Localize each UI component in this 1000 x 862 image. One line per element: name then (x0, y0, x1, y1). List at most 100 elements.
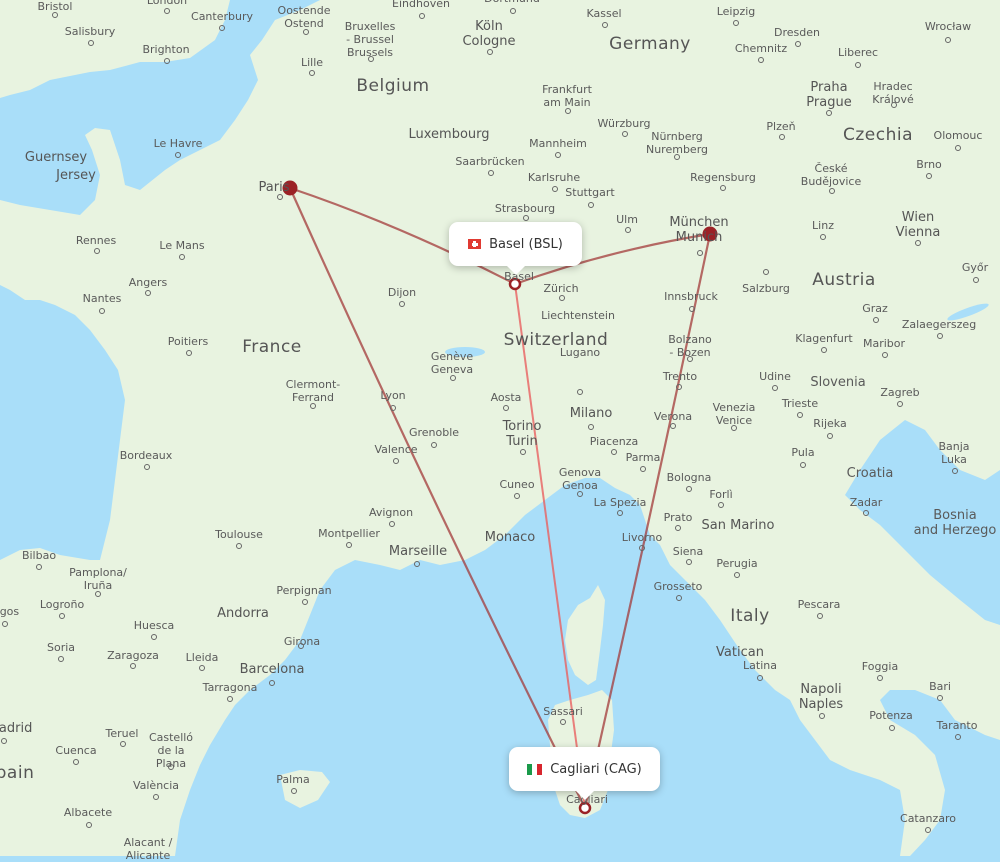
country-label: Croatia (846, 466, 894, 481)
city-label: Brno (916, 158, 942, 171)
city-dot-icon (431, 442, 437, 448)
city-dot-icon (731, 425, 737, 431)
city-dot-icon (164, 58, 170, 64)
city-dot-icon (955, 145, 961, 151)
country-label: Czechia (842, 125, 914, 145)
country-label: San Marino (701, 518, 775, 533)
city-dot-icon (915, 240, 921, 246)
city-dot-icon (577, 491, 583, 497)
city-dot-icon (520, 449, 526, 455)
city-label: Forlì (709, 488, 733, 501)
country-label: Belgium (356, 76, 430, 96)
city-dot-icon (772, 385, 778, 391)
city-dot-icon (559, 295, 565, 301)
city-label: Poitiers (167, 335, 209, 348)
city-dot-icon (419, 13, 425, 19)
city-dot-icon (863, 510, 869, 516)
country-label: Italy (730, 606, 770, 626)
country-label: Luxembourg (408, 127, 490, 142)
city-dot-icon (414, 561, 420, 567)
city-label: Marseille (388, 544, 448, 559)
city-dot-icon (821, 347, 827, 353)
city-dot-icon (937, 695, 943, 701)
city-dot-icon (676, 595, 682, 601)
city-label: Kassel (586, 7, 622, 20)
country-label: Austria (812, 270, 876, 290)
city-label: Parma (625, 451, 661, 464)
city-label: Genève Geneva (430, 350, 474, 376)
city-dot-icon (687, 356, 693, 362)
city-label: Zagreb (880, 386, 920, 399)
city-label: München Munich (669, 215, 729, 245)
city-label: Maribor (862, 337, 906, 350)
city-label: Piacenza (589, 435, 639, 448)
city-dot-icon (510, 8, 516, 14)
city-dot-icon (926, 173, 932, 179)
city-dot-icon (94, 248, 100, 254)
city-dot-icon (757, 675, 763, 681)
city-label: Dresden (774, 26, 820, 39)
city-dot-icon (450, 375, 456, 381)
city-dot-icon (882, 352, 888, 358)
city-dot-icon (368, 56, 374, 62)
city-dot-icon (552, 186, 558, 192)
city-label: Lille (300, 56, 324, 69)
city-dot-icon (758, 57, 764, 63)
city-dot-icon (2, 621, 8, 627)
city-dot-icon (565, 108, 571, 114)
country-label: Slovenia (810, 375, 866, 390)
city-dot-icon (390, 405, 396, 411)
city-label: Bologna (666, 471, 712, 484)
city-dot-icon (153, 794, 159, 800)
city-dot-icon (925, 827, 931, 833)
city-dot-icon (399, 301, 405, 307)
city-dot-icon (873, 317, 879, 323)
origin-popup[interactable]: Basel (BSL) (449, 222, 582, 275)
city-dot-icon (144, 464, 150, 470)
city-label: Klagenfurt (795, 332, 853, 345)
city-label: Karlsruhe (527, 171, 581, 184)
city-dot-icon (59, 613, 65, 619)
city-dot-icon (560, 719, 566, 725)
city-label: Rennes (75, 234, 117, 247)
city-dot-icon (795, 41, 801, 47)
city-dot-icon (733, 20, 739, 26)
city-label: Burgos (0, 605, 20, 618)
city-label: Napoli Naples (798, 682, 844, 712)
city-label: La Spezia (593, 496, 647, 509)
city-label: Perpignan (276, 584, 332, 597)
city-dot-icon (819, 713, 825, 719)
city-dot-icon (36, 564, 42, 570)
city-dot-icon (689, 306, 695, 312)
city-dot-icon (488, 170, 494, 176)
city-label: Potenza (869, 709, 913, 722)
city-label: Stuttgart (565, 186, 615, 199)
city-dot-icon (302, 599, 308, 605)
city-label: Zaragoza (107, 649, 159, 662)
city-label: Lugano (559, 346, 601, 359)
city-label: Regensburg (690, 171, 756, 184)
city-label: Avignon (368, 506, 414, 519)
city-dot-icon (937, 333, 943, 339)
city-dot-icon (827, 433, 833, 439)
city-label: Valence (374, 443, 418, 456)
city-label: Wien Vienna (895, 210, 941, 240)
destination-popup[interactable]: Cagliari (CAG) (509, 747, 660, 800)
city-label: Nürnberg Nuremberg (645, 130, 709, 156)
country-label: Germany (609, 34, 691, 54)
city-label: Perugia (716, 557, 758, 570)
city-label: Grosseto (653, 580, 703, 593)
city-dot-icon (952, 468, 958, 474)
city-label: Aosta (490, 391, 522, 404)
city-label: Plzeň (766, 120, 796, 133)
city-dot-icon (186, 350, 192, 356)
city-label: Genova Genoa (558, 466, 602, 492)
city-label: London (146, 0, 188, 7)
city-dot-icon (625, 227, 631, 233)
city-dot-icon (622, 131, 628, 137)
city-label: Banja Luka (938, 440, 970, 466)
city-dot-icon (588, 424, 594, 430)
country-label: Andorra (217, 606, 269, 621)
city-dot-icon (763, 269, 769, 275)
city-label: Catanzaro (900, 812, 956, 825)
